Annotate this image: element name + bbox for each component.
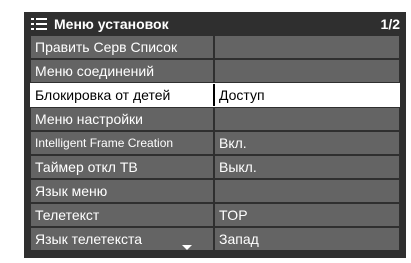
menu-item-value: Вкл.: [215, 132, 399, 154]
menu-item-label: Таймер откл ТВ: [31, 156, 213, 178]
menu-item-value: [215, 180, 399, 202]
menu-item-value: [215, 60, 399, 82]
menu-item-label: Меню соединений: [31, 60, 213, 82]
menu-item-edit-service-list[interactable]: Править Серв Список: [31, 36, 399, 58]
menu-item-value: Запад: [215, 228, 399, 250]
menu-item-teletext[interactable]: Телетекст TOP: [31, 204, 399, 226]
menu-item-off-timer[interactable]: Таймер откл ТВ Выкл.: [31, 156, 399, 178]
menu-header: Меню установок 1/2: [24, 12, 406, 36]
menu-item-teletext-language[interactable]: Язык телетекста Запад: [31, 228, 399, 250]
setup-menu-panel: Меню установок 1/2 Править Серв Список М…: [24, 12, 406, 258]
scroll-down-arrow-icon[interactable]: [182, 245, 192, 250]
page-indicator: 1/2: [380, 16, 400, 32]
menu-item-value: [215, 36, 399, 58]
menu-item-label: Язык меню: [31, 180, 213, 202]
menu-item-menu-language[interactable]: Язык меню: [31, 180, 399, 202]
menu-item-value: [215, 108, 399, 130]
menu-item-connection-menu[interactable]: Меню соединений: [31, 60, 399, 82]
menu-item-label: Править Серв Список: [31, 36, 213, 58]
page-title: Меню установок: [54, 16, 169, 32]
menu-item-value: Доступ: [215, 84, 399, 106]
selection-divider: [213, 84, 215, 106]
menu-item-child-lock[interactable]: Блокировка от детей Доступ: [30, 83, 400, 107]
menu-item-label: Intelligent Frame Creation: [31, 132, 213, 154]
menu-item-value: Выкл.: [215, 156, 399, 178]
menu-list: Править Серв Список Меню соединений Блок…: [30, 36, 400, 252]
menu-item-tuning-menu[interactable]: Меню настройки: [31, 108, 399, 130]
menu-item-label: Меню настройки: [31, 108, 213, 130]
menu-item-value: TOP: [215, 204, 399, 226]
menu-item-label: Блокировка от детей: [31, 84, 213, 106]
menu-item-label: Телетекст: [31, 204, 213, 226]
tv-settings-screen: Меню установок 1/2 Править Серв Список М…: [0, 0, 411, 263]
menu-item-intelligent-frame-creation[interactable]: Intelligent Frame Creation Вкл.: [31, 132, 399, 154]
menu-list-icon: [31, 18, 47, 30]
